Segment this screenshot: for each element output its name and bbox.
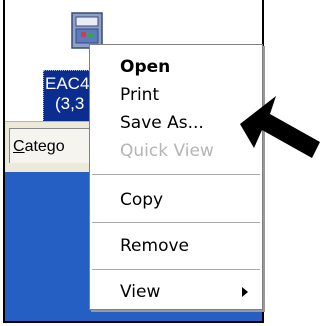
- tab-category-label: atego: [24, 138, 65, 155]
- tab-category-accel: C: [13, 138, 25, 155]
- menu-item-open-label: Open: [120, 57, 171, 77]
- menu-item-view-label: View: [120, 282, 161, 302]
- menu-item-print-label: Print: [120, 85, 160, 105]
- menu-item-open[interactable]: Open: [90, 53, 262, 81]
- menu-item-save-as[interactable]: Save As...: [90, 109, 262, 137]
- menu-item-quick-view: Quick View: [90, 137, 262, 165]
- submenu-arrow-icon: [242, 287, 248, 297]
- menu-item-print[interactable]: Print: [90, 81, 262, 109]
- menu-item-remove-label: Remove: [120, 236, 189, 256]
- black-arrow-icon: [240, 96, 320, 158]
- menu-separator: [92, 269, 260, 270]
- menu-item-copy[interactable]: Copy: [90, 186, 262, 214]
- context-menu: Open Print Save As... Quick View Copy Re…: [89, 44, 263, 310]
- menu-item-quick-view-label: Quick View: [120, 141, 214, 161]
- menu-item-remove[interactable]: Remove: [90, 232, 262, 260]
- menu-separator: [92, 174, 260, 175]
- menu-item-copy-label: Copy: [120, 190, 164, 210]
- menu-item-view[interactable]: View: [90, 278, 262, 306]
- menu-item-save-as-label: Save As...: [120, 113, 204, 133]
- menu-separator: [92, 222, 260, 223]
